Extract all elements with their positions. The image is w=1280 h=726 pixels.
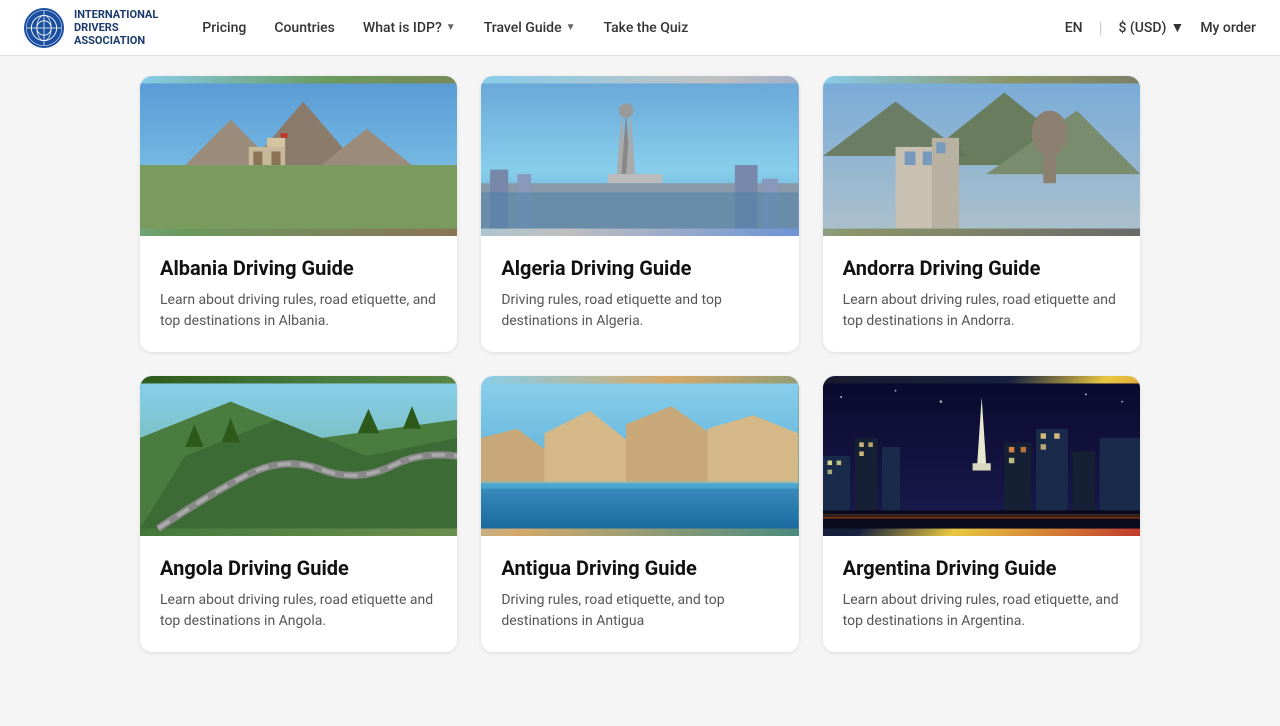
currency-selector[interactable]: $ (USD) ▼ xyxy=(1118,19,1184,36)
card-desc-antigua: Driving rules, road etiquette, and top d… xyxy=(501,590,778,632)
card-angola[interactable]: Angola Driving Guide Learn about driving… xyxy=(140,376,457,652)
card-albania[interactable]: Albania Driving Guide Learn about drivin… xyxy=(140,76,457,352)
card-argentina[interactable]: Argentina Driving Guide Learn about driv… xyxy=(823,376,1140,652)
card-desc-argentina: Learn about driving rules, road etiquett… xyxy=(843,590,1120,632)
card-algeria[interactable]: Algeria Driving Guide Driving rules, roa… xyxy=(481,76,798,352)
card-body-argentina: Argentina Driving Guide Learn about driv… xyxy=(823,536,1140,652)
card-antigua[interactable]: Antigua Driving Guide Driving rules, roa… xyxy=(481,376,798,652)
logo[interactable]: INTERNATIONAL DRIVERS ASSOCIATION xyxy=(24,8,158,48)
card-body-antigua: Antigua Driving Guide Driving rules, roa… xyxy=(481,536,798,652)
card-image-argentina xyxy=(823,376,1140,536)
card-body-angola: Angola Driving Guide Learn about driving… xyxy=(140,536,457,652)
card-desc-angola: Learn about driving rules, road etiquett… xyxy=(160,590,437,632)
card-title-algeria: Algeria Driving Guide xyxy=(501,256,778,280)
card-title-antigua: Antigua Driving Guide xyxy=(501,556,778,580)
main-content: Albania Driving Guide Learn about drivin… xyxy=(0,56,1280,696)
chevron-down-icon: ▼ xyxy=(566,22,576,33)
card-body-andorra: Andorra Driving Guide Learn about drivin… xyxy=(823,236,1140,352)
cards-row-2: Angola Driving Guide Learn about driving… xyxy=(140,376,1140,652)
navbar: INTERNATIONAL DRIVERS ASSOCIATION Pricin… xyxy=(0,0,1280,56)
card-image-algeria xyxy=(481,76,798,236)
my-order-link[interactable]: My order xyxy=(1200,20,1256,36)
chevron-down-icon: ▼ xyxy=(446,22,456,33)
nav-right: EN | $ (USD) ▼ My order xyxy=(1065,18,1256,37)
card-title-argentina: Argentina Driving Guide xyxy=(843,556,1120,580)
card-desc-andorra: Learn about driving rules, road etiquett… xyxy=(843,290,1120,332)
card-body-albania: Albania Driving Guide Learn about drivin… xyxy=(140,236,457,352)
nav-links: Pricing Countries What is IDP? ▼ Travel … xyxy=(190,14,1064,42)
nav-countries[interactable]: Countries xyxy=(262,14,347,42)
nav-take-quiz[interactable]: Take the Quiz xyxy=(591,14,700,42)
nav-divider: | xyxy=(1099,18,1103,37)
card-image-albania xyxy=(140,76,457,236)
card-andorra[interactable]: Andorra Driving Guide Learn about drivin… xyxy=(823,76,1140,352)
card-desc-algeria: Driving rules, road etiquette and top de… xyxy=(501,290,778,332)
card-body-algeria: Algeria Driving Guide Driving rules, roa… xyxy=(481,236,798,352)
chevron-down-icon: ▼ xyxy=(1170,19,1184,36)
card-image-andorra xyxy=(823,76,1140,236)
card-image-antigua xyxy=(481,376,798,536)
nav-what-is-idp[interactable]: What is IDP? ▼ xyxy=(351,14,468,42)
card-desc-albania: Learn about driving rules, road etiquett… xyxy=(160,290,437,332)
cards-row-1: Albania Driving Guide Learn about drivin… xyxy=(140,76,1140,352)
card-title-albania: Albania Driving Guide xyxy=(160,256,437,280)
card-title-angola: Angola Driving Guide xyxy=(160,556,437,580)
nav-pricing[interactable]: Pricing xyxy=(190,14,258,42)
card-image-angola xyxy=(140,376,457,536)
logo-icon xyxy=(24,8,64,48)
logo-text: INTERNATIONAL DRIVERS ASSOCIATION xyxy=(74,8,158,48)
card-title-andorra: Andorra Driving Guide xyxy=(843,256,1120,280)
language-selector[interactable]: EN xyxy=(1065,20,1083,36)
nav-travel-guide[interactable]: Travel Guide ▼ xyxy=(472,14,588,42)
